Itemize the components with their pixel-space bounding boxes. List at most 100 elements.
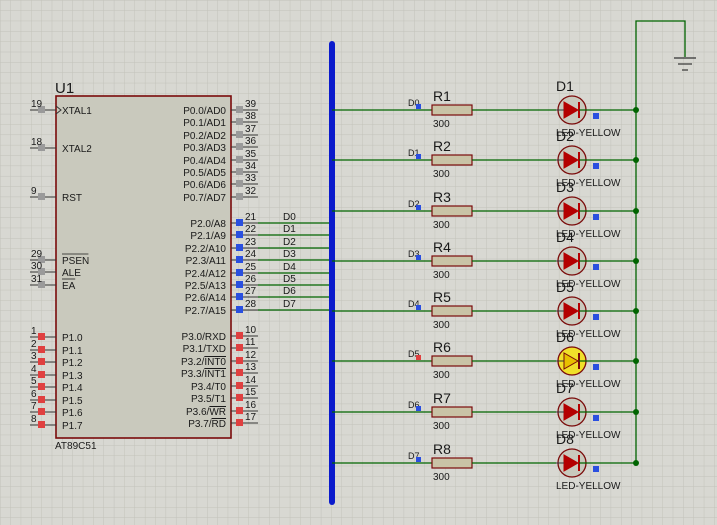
resistor-value: 300 <box>433 320 450 331</box>
junction-dot <box>633 258 639 264</box>
pin-number: 9 <box>31 186 37 197</box>
pin-name: P3.0/RXD <box>182 332 226 343</box>
pin-name: ALE <box>62 268 81 279</box>
pin-state-marker <box>236 293 243 300</box>
pin-state-marker <box>236 168 243 175</box>
resistor-body[interactable] <box>431 457 473 469</box>
pin-state-marker <box>236 131 243 138</box>
pin-state-marker <box>236 193 243 200</box>
resistor-value: 300 <box>433 220 450 231</box>
resistor-body[interactable] <box>431 154 473 166</box>
pin-name: P3.1/TXD <box>183 344 226 355</box>
resistor-ref: R4 <box>433 239 451 255</box>
pin-state-marker <box>38 358 45 365</box>
pin-name: P1.6 <box>62 408 83 419</box>
pin-state-marker <box>38 333 45 340</box>
pin-number: 38 <box>245 111 257 122</box>
pin-name: P3.3/INT1 <box>181 369 226 380</box>
resistor-value: 300 <box>433 169 450 180</box>
pin-name: P2.3/A11 <box>186 256 227 267</box>
pin-name: P1.1 <box>62 346 83 357</box>
chip-ref-label: U1 <box>55 80 74 97</box>
pin-name: P1.5 <box>62 396 83 407</box>
pin-name: RST <box>62 193 82 204</box>
led-state-marker <box>593 163 599 169</box>
pin-number: 31 <box>31 274 43 285</box>
pin-name: P2.1/A9 <box>190 231 226 242</box>
pin-name: P0.4/AD4 <box>183 156 226 167</box>
pin-number: 27 <box>245 286 257 297</box>
resistor-body[interactable] <box>431 406 473 418</box>
pin-state-marker <box>236 156 243 163</box>
pin-name: P2.6/A14 <box>185 293 227 304</box>
net-label: D3 <box>283 249 296 260</box>
pin-state-marker <box>236 382 243 389</box>
resistor-ref: R7 <box>433 390 451 406</box>
net-state-marker <box>416 255 421 260</box>
resistor-body[interactable] <box>431 305 473 317</box>
led-ref: D8 <box>556 431 574 447</box>
pin-number: 5 <box>31 376 37 387</box>
pin-number: 11 <box>245 337 256 348</box>
pin-state-marker <box>236 306 243 313</box>
pin-number: 6 <box>31 389 37 400</box>
led-ref: D4 <box>556 229 574 245</box>
pin-state-marker <box>236 407 243 414</box>
pin-number: 23 <box>245 237 257 248</box>
net-label: D6 <box>283 286 296 297</box>
led-ref: D6 <box>556 329 574 345</box>
pin-name: P3.6/WR <box>186 407 226 418</box>
resistor-body[interactable] <box>431 104 473 116</box>
pin-number: 19 <box>31 99 43 110</box>
net-state-marker <box>416 305 421 310</box>
junction-dot <box>633 308 639 314</box>
resistor-body[interactable] <box>431 355 473 367</box>
pin-state-marker <box>236 244 243 251</box>
net-label: D4 <box>283 262 296 273</box>
pin-number: 33 <box>245 173 257 184</box>
resistor-ref: R5 <box>433 289 451 305</box>
pin-state-marker <box>236 369 243 376</box>
resistor-value: 300 <box>433 472 450 483</box>
pin-state-marker <box>236 219 243 226</box>
led-ref: D7 <box>556 380 574 396</box>
junction-dot <box>633 107 639 113</box>
pin-state-marker <box>38 383 45 390</box>
net-state-marker <box>416 104 421 109</box>
pin-state-marker <box>236 256 243 263</box>
net-label: D5 <box>283 274 296 285</box>
pin-state-marker <box>236 344 243 351</box>
chip-part-label: AT89C51 <box>55 441 97 452</box>
pin-name: P2.0/A8 <box>190 219 226 230</box>
pin-name: P2.5/A13 <box>185 281 227 292</box>
pin-state-marker <box>236 394 243 401</box>
chip-u1[interactable]: U1AT89C5119XTAL118XTAL29RST29PSEN30ALE31… <box>30 80 258 452</box>
net-state-marker <box>416 355 421 360</box>
resistor-body[interactable] <box>431 255 473 267</box>
junction-dot <box>633 460 639 466</box>
schematic-canvas: U1AT89C5119XTAL118XTAL29RST29PSEN30ALE31… <box>0 0 717 525</box>
pin-number: 13 <box>245 362 257 373</box>
pin-number: 39 <box>245 99 257 110</box>
pin-number: 28 <box>245 299 257 310</box>
pin-number: 14 <box>245 375 257 386</box>
pin-state-marker <box>38 346 45 353</box>
pin-state-marker <box>38 193 45 200</box>
pin-number: 26 <box>245 274 257 285</box>
resistor-value: 300 <box>433 119 450 130</box>
resistor-ref: R1 <box>433 88 451 104</box>
pin-state-marker <box>236 419 243 426</box>
pin-number: 15 <box>245 387 257 398</box>
led-ref: D2 <box>556 128 574 144</box>
pin-number: 8 <box>31 414 37 425</box>
resistor-body[interactable] <box>431 205 473 217</box>
resistor-ref: R2 <box>433 138 451 154</box>
led-state-marker <box>593 214 599 220</box>
pin-number: 34 <box>245 161 257 172</box>
pin-number: 2 <box>31 339 37 350</box>
pin-name: P2.7/A15 <box>185 306 227 317</box>
net-label: D2 <box>283 237 296 248</box>
resistor-value: 300 <box>433 370 450 381</box>
pin-name: P0.7/AD7 <box>183 193 226 204</box>
led-state-marker <box>593 113 599 119</box>
